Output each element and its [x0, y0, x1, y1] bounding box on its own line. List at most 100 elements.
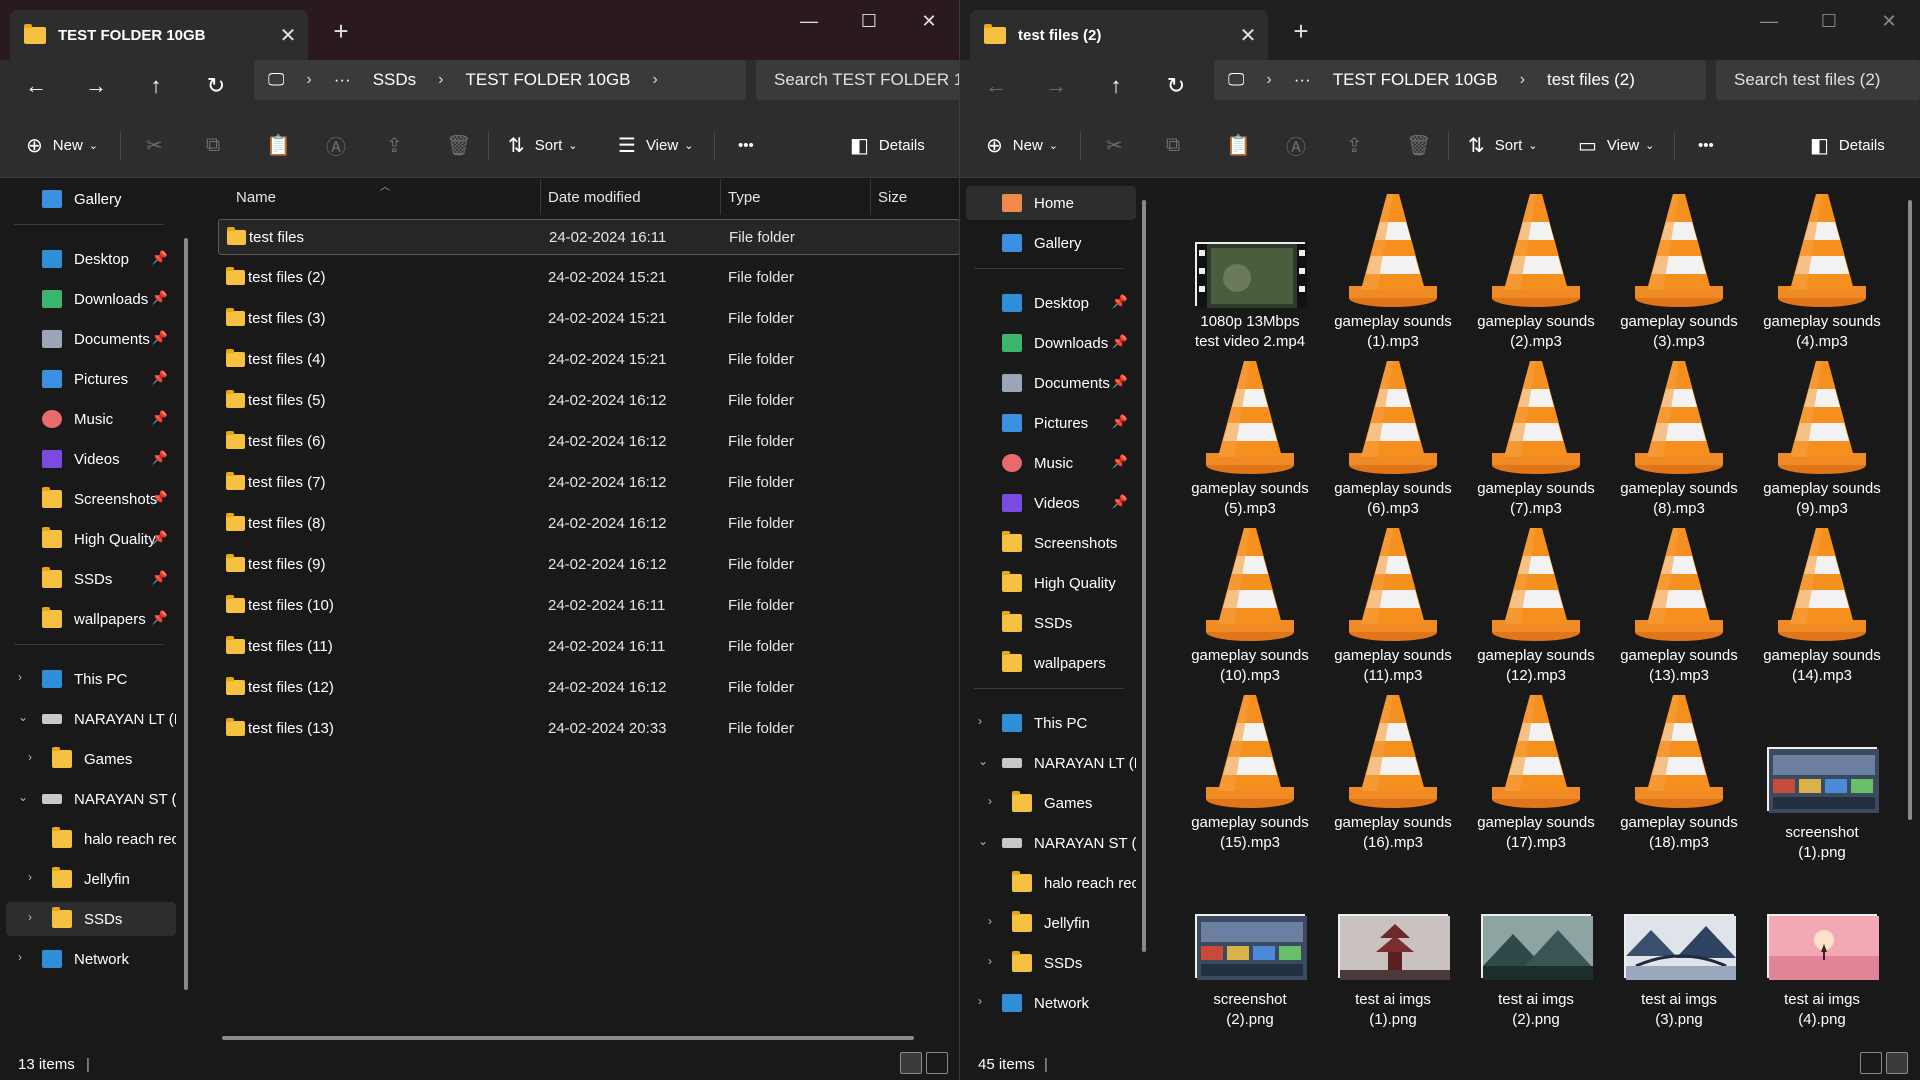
share-icon[interactable]: ⇪	[386, 132, 413, 158]
chevron-right-icon[interactable]: ›	[988, 794, 992, 808]
minimize-button[interactable]: —	[1746, 6, 1792, 36]
sidebar-item-games[interactable]: › Games	[6, 742, 176, 776]
file-tile[interactable]: gameplay sounds (2).mp3	[1466, 190, 1606, 358]
search-input[interactable]: Search TEST FOLDER 10GB	[756, 60, 959, 100]
sidebar-item-videos[interactable]: Videos 📌	[966, 486, 1136, 520]
table-row[interactable]: test files (9) 24-02-2024 16:12 File folde…	[218, 547, 959, 583]
share-icon[interactable]: ⇪	[1346, 132, 1373, 158]
table-row[interactable]: test files (12) 24-02-2024 16:12 File fold…	[218, 670, 959, 706]
back-button[interactable]: ←	[16, 70, 56, 102]
sidebar-item-gallery[interactable]: Gallery	[966, 226, 1136, 260]
column-divider[interactable]	[720, 179, 721, 215]
sidebar-item-halo-reach-reco[interactable]: halo reach reco	[966, 866, 1136, 900]
search-input[interactable]: Search test files (2)	[1716, 60, 1920, 100]
sidebar-item-narayan-lt-e[interactable]: ⌄ NARAYAN LT (E:	[966, 746, 1136, 780]
address-bar[interactable]: 🖵 › ··· SSDs › TEST FOLDER 10GB ›	[254, 60, 746, 100]
delete-icon[interactable]: 🗑	[446, 132, 481, 158]
sidebar-item-downloads[interactable]: Downloads 📌	[966, 326, 1136, 360]
sidebar-scrollbar[interactable]	[184, 238, 188, 990]
column-divider[interactable]	[870, 179, 871, 215]
new-tab-button[interactable]: +	[1286, 16, 1316, 46]
overflow-icon[interactable]: ···	[334, 70, 351, 90]
close-tab-icon[interactable]: ✕	[268, 23, 308, 48]
close-window-button[interactable]: ✕	[906, 6, 952, 36]
delete-icon[interactable]: 🗑	[1406, 132, 1441, 158]
breadcrumb-test-folder[interactable]: TEST FOLDER 10GB	[466, 70, 631, 90]
file-tile[interactable]: gameplay sounds (15).mp3	[1180, 691, 1320, 859]
file-tile[interactable]: test ai imgs (2).png	[1466, 858, 1606, 1028]
chevron-right-icon[interactable]: ›	[978, 714, 982, 728]
sidebar-item-home[interactable]: Home	[966, 186, 1136, 220]
new-button[interactable]: ⊕ New ⌄	[26, 132, 98, 158]
file-tile[interactable]: screenshot (2).png	[1180, 858, 1320, 1028]
cut-icon[interactable]: ✂	[1106, 132, 1133, 158]
back-button[interactable]: ←	[976, 70, 1016, 102]
table-row[interactable]: test files (11) 24-02-2024 16:11 File fold…	[218, 629, 959, 665]
paste-icon[interactable]: 📋	[1226, 132, 1261, 158]
sidebar-item-desktop[interactable]: Desktop 📌	[6, 242, 176, 276]
tiles-view-button[interactable]	[926, 1052, 948, 1074]
sidebar-item-screenshots[interactable]: Screenshots 📌	[6, 482, 176, 516]
chevron-right-icon[interactable]: ›	[653, 71, 658, 89]
sidebar-item-jellyfin[interactable]: › Jellyfin	[966, 906, 1136, 940]
breadcrumb-ssds[interactable]: SSDs	[373, 70, 416, 90]
file-tile[interactable]: gameplay sounds (12).mp3	[1466, 524, 1606, 692]
column-header-name[interactable]: Name	[236, 179, 276, 215]
overflow-icon[interactable]: ···	[1294, 70, 1311, 90]
sidebar-item-halo-reach-reco[interactable]: halo reach reco	[6, 822, 176, 856]
view-button[interactable]: ☰ View ⌄	[618, 132, 693, 158]
table-row[interactable]: test files (10) 24-02-2024 16:11 File fold…	[218, 588, 959, 624]
column-divider[interactable]	[540, 179, 541, 215]
chevron-down-icon[interactable]: ⌄	[18, 710, 28, 724]
chevron-right-icon[interactable]: ›	[18, 670, 22, 684]
sidebar-item-high-quality[interactable]: High Quality	[966, 566, 1136, 600]
refresh-button[interactable]: ↻	[1156, 70, 1196, 102]
table-row[interactable]: test files (6) 24-02-2024 16:12 File folde…	[218, 424, 959, 460]
up-button[interactable]: ↑	[136, 70, 176, 102]
sidebar-item-wallpapers[interactable]: wallpapers 📌	[6, 602, 176, 636]
view-button[interactable]: ▭ View ⌄	[1578, 132, 1654, 158]
sidebar-item-narayan-st-d[interactable]: ⌄ NARAYAN ST (D	[966, 826, 1136, 860]
file-tile[interactable]: test ai imgs (3).png	[1609, 858, 1749, 1028]
table-row[interactable]: test files (7) 24-02-2024 16:12 File folde…	[218, 465, 959, 501]
file-tile[interactable]: gameplay sounds (16).mp3	[1323, 691, 1463, 859]
chevron-right-icon[interactable]: ›	[978, 994, 982, 1008]
sidebar-item-screenshots[interactable]: Screenshots	[966, 526, 1136, 560]
file-tile[interactable]: gameplay sounds (4).mp3	[1752, 190, 1892, 358]
file-tile[interactable]: gameplay sounds (9).mp3	[1752, 357, 1892, 525]
file-tile[interactable]: 1080p 13Mbps test video 2.mp4	[1180, 190, 1320, 358]
tab-test-files-2[interactable]: test files (2) ✕	[970, 10, 1268, 60]
file-tile[interactable]: gameplay sounds (8).mp3	[1609, 357, 1749, 525]
cut-icon[interactable]: ✂	[146, 132, 173, 158]
sidebar-item-network[interactable]: › Network	[6, 942, 176, 976]
table-row[interactable]: test files (13) 24-02-2024 20:33 File fold…	[218, 711, 959, 747]
table-row[interactable]: test files (8) 24-02-2024 16:12 File folde…	[218, 506, 959, 542]
file-tile[interactable]: gameplay sounds (18).mp3	[1609, 691, 1749, 859]
file-tile[interactable]: gameplay sounds (6).mp3	[1323, 357, 1463, 525]
table-row[interactable]: test files 24-02-2024 16:11 File folder	[218, 219, 959, 255]
paste-icon[interactable]: 📋	[266, 132, 301, 158]
details-view-button[interactable]	[1860, 1052, 1882, 1074]
sidebar-item-music[interactable]: Music 📌	[966, 446, 1136, 480]
sidebar-item-narayan-lt-e[interactable]: ⌄ NARAYAN LT (E:	[6, 702, 176, 736]
breadcrumb-test-files-2[interactable]: test files (2)	[1547, 70, 1635, 90]
more-options-button[interactable]: •••	[738, 132, 754, 158]
minimize-button[interactable]: —	[786, 6, 832, 36]
file-tile[interactable]: test ai imgs (1).png	[1323, 858, 1463, 1028]
table-row[interactable]: test files (2) 24-02-2024 15:21 File folde…	[218, 260, 959, 296]
sort-button[interactable]: ⇅ Sort ⌄	[1468, 132, 1538, 158]
sidebar-item-this-pc[interactable]: › This PC	[6, 662, 176, 696]
sidebar-item-downloads[interactable]: Downloads 📌	[6, 282, 176, 316]
sidebar-item-this-pc[interactable]: › This PC	[966, 706, 1136, 740]
sidebar-item-ssds[interactable]: SSDs 📌	[6, 562, 176, 596]
maximize-button[interactable]: ☐	[846, 6, 892, 36]
sidebar-item-pictures[interactable]: Pictures 📌	[966, 406, 1136, 440]
sidebar-item-ssds[interactable]: › SSDs	[6, 902, 176, 936]
details-pane-button[interactable]: ◧ Details	[850, 132, 925, 158]
sidebar-item-ssds[interactable]: SSDs	[966, 606, 1136, 640]
new-tab-button[interactable]: +	[326, 16, 356, 46]
forward-button[interactable]: →	[76, 70, 116, 102]
chevron-down-icon[interactable]: ⌄	[978, 754, 988, 768]
forward-button[interactable]: →	[1036, 70, 1076, 102]
sidebar-item-ssds[interactable]: › SSDs	[966, 946, 1136, 980]
